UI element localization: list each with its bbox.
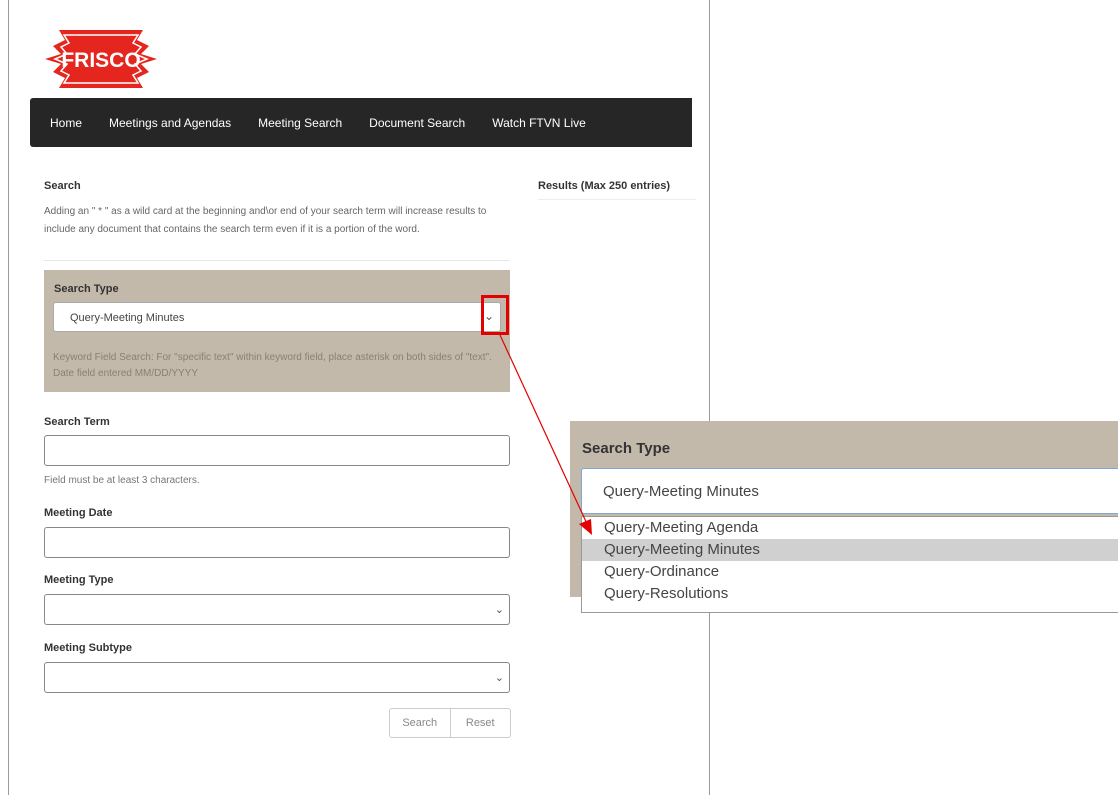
zoomed-search-type-options: Query-Meeting Agenda Query-Meeting Minut…: [581, 516, 1118, 613]
wildcard-help-text: Adding an " * " as a wild card at the be…: [44, 206, 487, 235]
zoomed-search-type-select[interactable]: Query-Meeting Minutes: [581, 468, 1118, 514]
search-button[interactable]: Search: [390, 709, 450, 737]
search-heading: Search: [44, 180, 81, 192]
option-query-meeting-minutes[interactable]: Query-Meeting Minutes: [582, 539, 1118, 561]
logo-text: FRISCO: [61, 49, 140, 72]
search-term-label: Search Term: [44, 416, 110, 428]
meeting-type-label: Meeting Type: [44, 574, 114, 586]
meeting-type-select[interactable]: ⌄: [44, 594, 510, 625]
search-type-panel: Search Type Query-Meeting Minutes ⌄ Keyw…: [44, 270, 510, 392]
option-query-resolutions[interactable]: Query-Resolutions: [582, 583, 1118, 605]
results-heading: Results (Max 250 entries): [538, 180, 671, 192]
reset-button[interactable]: Reset: [449, 709, 511, 737]
search-term-input[interactable]: [44, 435, 510, 466]
search-type-description: Keyword Field Search: For "specific text…: [53, 352, 492, 379]
search-type-value: Query-Meeting Minutes: [70, 312, 185, 324]
nav-watch-ftvn-live[interactable]: Watch FTVN Live: [492, 116, 586, 130]
dropdown-highlight-box: [481, 295, 509, 335]
chevron-down-icon[interactable]: ⌄: [495, 603, 504, 616]
meeting-subtype-label: Meeting Subtype: [44, 642, 133, 654]
page-frame: FRISCO Home Meetings and Agendas Meeting…: [8, 0, 710, 795]
meeting-subtype-select[interactable]: ⌄: [44, 662, 510, 693]
nav-meetings-and-agendas[interactable]: Meetings and Agendas: [109, 116, 231, 130]
option-query-meeting-agenda[interactable]: Query-Meeting Agenda: [582, 517, 1118, 539]
option-query-ordinance[interactable]: Query-Ordinance: [582, 561, 1118, 583]
help-divider: [44, 260, 510, 261]
results-divider: [538, 199, 696, 200]
nav-document-search[interactable]: Document Search: [369, 116, 465, 130]
nav-meeting-search[interactable]: Meeting Search: [258, 116, 342, 130]
zoomed-search-type-label: Search Type: [582, 440, 671, 457]
meeting-date-label: Meeting Date: [44, 507, 113, 519]
search-term-hint: Field must be at least 3 characters.: [44, 475, 200, 486]
chevron-down-icon[interactable]: ⌄: [495, 671, 504, 684]
search-reset-button-group: Search Reset: [389, 708, 511, 738]
search-type-select[interactable]: Query-Meeting Minutes ⌄: [53, 302, 501, 332]
main-navbar: Home Meetings and Agendas Meeting Search…: [30, 98, 692, 147]
frisco-logo[interactable]: FRISCO: [37, 26, 165, 92]
search-type-label: Search Type: [54, 283, 119, 295]
zoomed-search-type-value: Query-Meeting Minutes: [603, 483, 759, 500]
meeting-date-input[interactable]: [44, 527, 510, 558]
nav-home[interactable]: Home: [50, 116, 82, 130]
